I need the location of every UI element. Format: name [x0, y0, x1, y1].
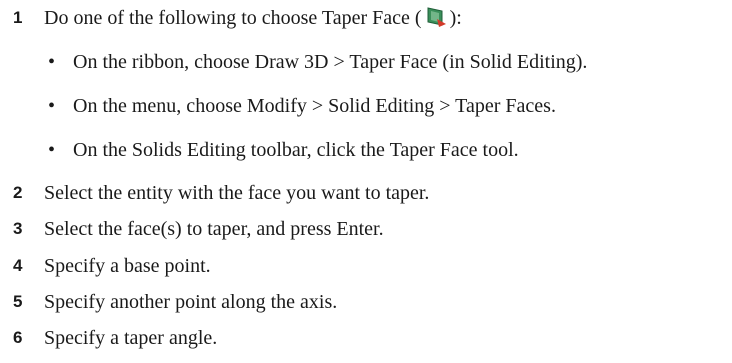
step-number: 6: [13, 328, 23, 347]
step-text: Specify a base point.: [44, 255, 211, 277]
step-text: Select the entity with the face you want…: [44, 182, 430, 204]
step-text: Select the face(s) to taper, and press E…: [44, 218, 384, 240]
bullet-text: On the ribbon, choose Draw 3D > Taper Fa…: [73, 51, 588, 73]
step-number: 4: [13, 256, 23, 275]
step-number: 5: [13, 292, 23, 311]
step-text: Specify a taper angle.: [44, 327, 218, 349]
bullet-text: On the Solids Editing toolbar, click the…: [73, 139, 519, 161]
step-number: 2: [13, 183, 23, 202]
bullet-text: On the menu, choose Modify > Solid Editi…: [73, 95, 556, 117]
step-text-after-icon: ):: [449, 7, 462, 29]
bullet-icon: •: [48, 139, 56, 161]
step-number: 1: [13, 8, 23, 27]
taper-face-icon: [424, 5, 448, 29]
step-text: Specify another point along the axis.: [44, 291, 338, 313]
bullet-icon: •: [48, 51, 56, 73]
step-number: 3: [13, 219, 23, 238]
step-text: Do one of the following to choose Taper …: [44, 3, 462, 33]
bullet-icon: •: [48, 95, 56, 117]
instructions-document: 1 Do one of the following to choose Tape…: [0, 0, 732, 363]
step-text-before-icon: Do one of the following to choose Taper …: [44, 7, 422, 29]
